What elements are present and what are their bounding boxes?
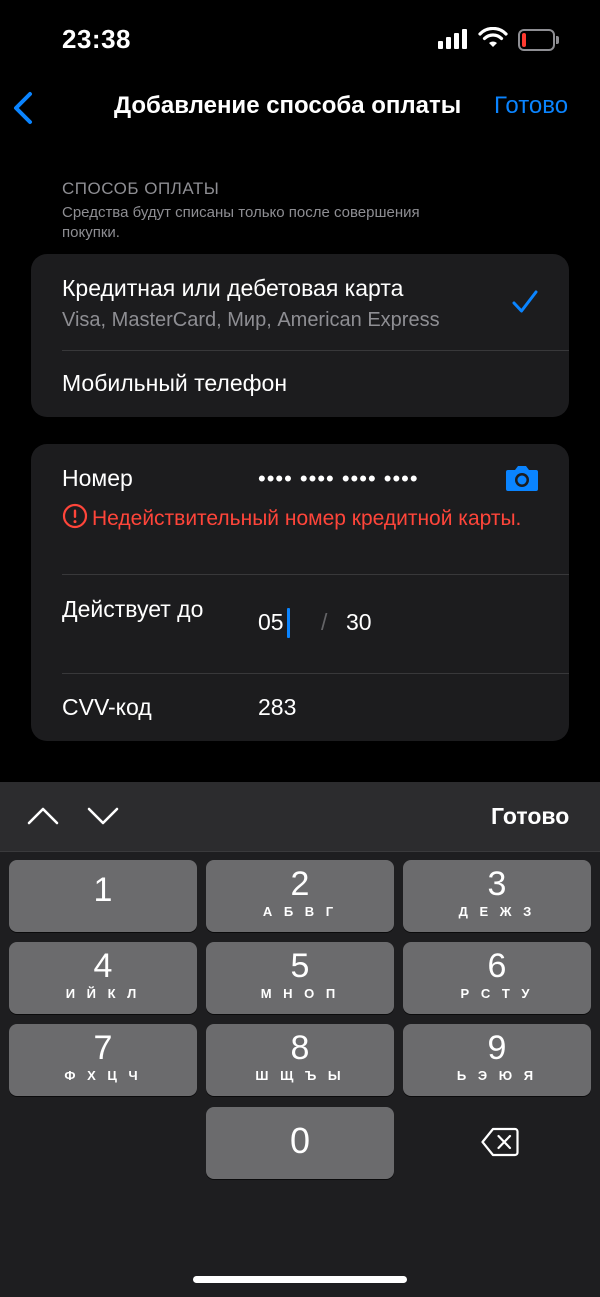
key-0[interactable]: 0: [206, 1107, 394, 1179]
key-letters: Р С Т У: [460, 986, 534, 1001]
key-digit: 7: [93, 1029, 113, 1067]
key-6[interactable]: 6 Р С Т У: [403, 942, 591, 1014]
key-2[interactable]: 2 А Б В Г: [206, 860, 394, 932]
payment-method-list: Кредитная или дебетовая карта Visa, Mast…: [31, 254, 569, 417]
key-8[interactable]: 8 Ш Щ Ъ Ы: [206, 1024, 394, 1096]
key-letters: Ф Х Ц Ч: [64, 1068, 142, 1083]
keyboard-toolbar: Готово: [0, 782, 600, 852]
card-number-row[interactable]: Номер •••• •••• •••• •••• Недействительн…: [31, 444, 569, 574]
payment-option-title: Кредитная или дебетовая карта: [62, 275, 404, 301]
expiry-separator: /: [321, 609, 328, 635]
key-4[interactable]: 4 И Й К Л: [9, 942, 197, 1014]
card-number-error: Недействительный номер кредитной карты.: [92, 507, 522, 530]
key-7[interactable]: 7 Ф Х Ц Ч: [9, 1024, 197, 1096]
cellular-signal-icon: [438, 29, 468, 49]
key-letters: Ш Щ Ъ Ы: [255, 1068, 345, 1083]
keyboard-done-button[interactable]: Готово: [491, 803, 569, 830]
key-digit: 1: [93, 871, 113, 909]
card-number-label: Номер: [62, 465, 133, 491]
chevron-down-icon[interactable]: [86, 804, 120, 828]
key-letters: М Н О П: [260, 986, 340, 1001]
section-subtitle: Средства будут списаны только после сове…: [62, 204, 420, 241]
chevron-up-icon[interactable]: [26, 804, 60, 828]
keypad: 1 2 А Б В Г 3 Д Е Ж З 4 И Й К Л 5 М Н О …: [0, 852, 600, 1297]
key-letters: Д Е Ж З: [458, 904, 536, 919]
payment-option-card[interactable]: Кредитная или дебетовая карта Visa, Mast…: [31, 254, 569, 350]
key-letters: И Й К Л: [65, 986, 141, 1001]
status-time: 23:38: [62, 24, 131, 54]
camera-icon[interactable]: [505, 464, 539, 492]
expiry-month-input[interactable]: 05: [258, 609, 284, 636]
key-digit: 9: [487, 1029, 507, 1067]
wifi-icon: [478, 27, 508, 47]
text-cursor: [287, 608, 290, 638]
chevron-left-icon[interactable]: [10, 90, 40, 126]
key-digit: 6: [487, 947, 507, 985]
expiry-row[interactable]: Действует до 05 / 30: [31, 575, 569, 673]
navigation-bar: Добавление способа оплаты Готово: [0, 80, 600, 136]
cvv-label: CVV-код: [62, 694, 152, 720]
checkmark-icon: [512, 290, 538, 313]
key-digit: 2: [290, 865, 310, 903]
section-title: СПОСОБ ОПЛАТЫ: [62, 179, 220, 198]
key-digit: 3: [487, 865, 507, 903]
payment-option-subtitle: Visa, MasterCard, Мир, American Express: [62, 309, 440, 331]
key-digit: 0: [289, 1120, 311, 1161]
cvv-row[interactable]: CVV-код 283: [31, 674, 569, 741]
card-form: Номер •••• •••• •••• •••• Недействительн…: [31, 444, 569, 741]
payment-option-phone[interactable]: Мобильный телефон: [31, 351, 569, 417]
home-indicator[interactable]: [193, 1276, 407, 1283]
key-1[interactable]: 1: [9, 860, 197, 932]
backspace-icon: [481, 1127, 519, 1157]
key-3[interactable]: 3 Д Е Ж З: [403, 860, 591, 932]
card-number-input[interactable]: •••• •••• •••• ••••: [258, 466, 419, 492]
key-letters: Ь Э Ю Я: [456, 1068, 538, 1083]
backspace-key[interactable]: [404, 1107, 592, 1179]
status-bar: 23:38: [0, 0, 600, 80]
done-button[interactable]: Готово: [494, 92, 568, 120]
page-title: Добавление способа оплаты: [114, 92, 462, 119]
expiry-year-input[interactable]: 30: [346, 609, 372, 636]
key-5[interactable]: 5 М Н О П: [206, 942, 394, 1014]
key-9[interactable]: 9 Ь Э Ю Я: [403, 1024, 591, 1096]
key-letters: А Б В Г: [262, 904, 338, 919]
key-digit: 5: [290, 947, 310, 985]
key-digit: 4: [93, 947, 113, 985]
payment-option-title: Мобильный телефон: [62, 370, 288, 396]
screen: 23:38 Добавление способа оплаты Готово С…: [0, 0, 600, 1297]
key-digit: 8: [290, 1029, 310, 1067]
battery-low-icon: [518, 29, 560, 51]
expiry-label: Действует до: [62, 596, 204, 622]
cvv-input[interactable]: 283: [258, 694, 296, 721]
numeric-keyboard: Готово 1 2 А Б В Г 3 Д Е Ж З 4 И Й К Л 5…: [0, 782, 600, 1297]
exclamation-circle-icon: [62, 503, 88, 529]
